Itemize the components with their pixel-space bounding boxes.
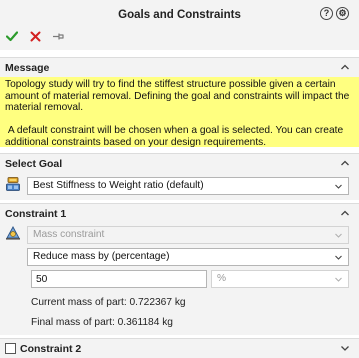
chevron-up-icon[interactable] xyxy=(339,61,351,73)
unit-value: % xyxy=(217,273,227,284)
constraint2-section-header: Constraint 2 xyxy=(0,338,359,358)
mass-reduction-mode-value: Reduce mass by (percentage) xyxy=(33,251,170,262)
checkmark-icon xyxy=(6,31,18,42)
chevron-down-icon xyxy=(335,277,342,282)
mass-reduction-amount-input[interactable] xyxy=(31,270,207,288)
message-section-header[interactable]: Message xyxy=(0,57,359,77)
select-goal-body: Best Stiffness to Weight ratio (default) xyxy=(0,173,359,200)
constraint2-checkbox[interactable] xyxy=(5,343,16,354)
message-body: Topology study will try to find the stif… xyxy=(0,77,359,148)
goal-dropdown-value: Best Stiffness to Weight ratio (default) xyxy=(33,180,204,191)
message-paragraph-2: A default constraint will be chosen when… xyxy=(5,125,346,148)
message-title: Message xyxy=(5,62,50,74)
select-goal-section-header[interactable]: Select Goal xyxy=(0,153,359,173)
chevron-down-icon xyxy=(335,233,342,238)
current-mass-label: Current mass of part: 0.722367 kg xyxy=(31,297,186,308)
toolbar xyxy=(5,28,65,44)
final-mass-label: Final mass of part: 0.361184 kg xyxy=(31,317,173,328)
goal-icon xyxy=(6,177,20,191)
chevron-down-icon[interactable] xyxy=(339,342,351,354)
constraint-type-value: Mass constraint xyxy=(33,229,105,240)
mass-constraint-icon xyxy=(6,226,20,240)
goal-dropdown[interactable]: Best Stiffness to Weight ratio (default) xyxy=(27,177,349,195)
message-paragraph-1: Topology study will try to find the stif… xyxy=(5,79,350,113)
unit-dropdown: % xyxy=(211,270,349,288)
constraint-type-dropdown: Mass constraint xyxy=(27,226,349,244)
mass-reduction-mode-dropdown[interactable]: Reduce mass by (percentage) xyxy=(27,248,349,266)
panel-title: Goals and Constraints xyxy=(118,9,241,21)
header-icons: ? ⚙ xyxy=(320,7,349,20)
chevron-up-icon[interactable] xyxy=(339,157,351,169)
pushpin-icon xyxy=(52,33,64,39)
select-goal-title: Select Goal xyxy=(5,158,63,170)
chevron-down-icon xyxy=(335,184,342,189)
help-icon[interactable]: ? xyxy=(320,7,333,20)
chevron-down-icon xyxy=(335,255,342,260)
panel-header: Goals and Constraints ? ⚙ xyxy=(0,0,359,50)
constraint1-body: Mass constraint Reduce mass by (percenta… xyxy=(0,223,359,335)
constraint1-title: Constraint 1 xyxy=(5,208,67,220)
chevron-up-icon[interactable] xyxy=(339,207,351,219)
x-icon xyxy=(30,31,40,41)
pin-button[interactable] xyxy=(51,28,65,44)
ok-button[interactable] xyxy=(5,28,19,44)
goals-constraints-panel: Goals and Constraints ? ⚙ Message Topolo… xyxy=(0,0,359,358)
info-icon[interactable]: ⚙ xyxy=(336,7,349,20)
constraint1-section-header[interactable]: Constraint 1 xyxy=(0,203,359,223)
constraint2-title: Constraint 2 xyxy=(20,343,82,355)
cancel-button[interactable] xyxy=(28,28,42,44)
